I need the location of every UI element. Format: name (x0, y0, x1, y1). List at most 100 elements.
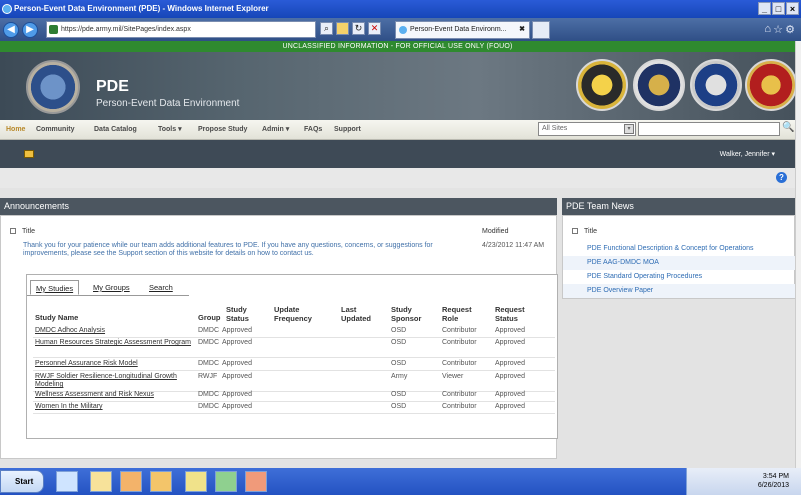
navy-emblem-icon (633, 59, 685, 111)
news-item[interactable]: PDE Standard Operating Procedures (563, 270, 801, 284)
outlook-taskbar-icon[interactable] (150, 471, 172, 492)
news-item[interactable]: PDE AAG-DMDC MOA (563, 256, 801, 270)
refresh-icon[interactable]: ↻ (352, 22, 365, 35)
column-study-name: Study Name (35, 313, 79, 322)
chevron-down-icon[interactable]: ▾ (624, 124, 634, 134)
cell-role: Contributor (442, 403, 477, 410)
media-taskbar-icon[interactable] (120, 471, 142, 492)
row-divider (33, 357, 555, 358)
news-item[interactable]: PDE Overview Paper (563, 284, 801, 298)
study-name-link[interactable]: Personnel Assurance Risk Model (35, 360, 195, 368)
messenger-taskbar-icon[interactable] (185, 471, 207, 492)
study-name-link[interactable]: Women In the Military (35, 403, 195, 411)
tab-title: Person-Event Data Environm... (410, 26, 507, 33)
news-item[interactable]: PDE Functional Description & Concept for… (563, 242, 801, 256)
nav-tools[interactable]: Tools ▾ (158, 120, 182, 140)
page-scrollbar[interactable] (795, 41, 801, 468)
maximize-button[interactable]: □ (772, 2, 785, 15)
study-name-link[interactable]: Human Resources Strategic Assessment Pro… (35, 339, 195, 347)
team-news-title-column: Title (572, 228, 597, 235)
site-banner: PDE Person-Event Data Environment (0, 52, 795, 120)
team-news-header: PDE Team News (562, 198, 795, 215)
url-input[interactable]: https://pde.army.mil/SitePages/index.asp… (46, 21, 316, 38)
clock-date: 6/26/2013 (757, 482, 789, 489)
stop-icon[interactable]: ✕ (368, 22, 381, 35)
column-group: Group (198, 313, 221, 322)
taskbar-clock[interactable]: 3:54 PM 6/26/2013 (758, 472, 789, 490)
home-icon[interactable]: ⌂ (764, 23, 771, 35)
cell-group: DMDC (198, 327, 219, 334)
window-title-bar: Person-Event Data Environment (PDE) - Wi… (0, 0, 801, 18)
url-text: https://pde.army.mil/SitePages/index.asp… (61, 26, 191, 33)
army-emblem-icon (576, 59, 628, 111)
tab-my-groups[interactable]: My Groups (88, 280, 135, 295)
row-divider (33, 337, 555, 338)
window-title: Person-Event Data Environment (PDE) - Wi… (14, 4, 269, 13)
top-navigation: Home Community Data Catalog Tools ▾ Prop… (0, 120, 795, 140)
search-icon[interactable]: 🔍 (782, 122, 794, 133)
excel-taskbar-icon[interactable] (215, 471, 237, 492)
cell-status: Approved (222, 339, 252, 346)
announcement-text[interactable]: Thank you for your patience while our te… (23, 242, 453, 258)
new-tab-button[interactable] (532, 21, 550, 39)
nav-data-catalog[interactable]: Data Catalog (94, 120, 137, 140)
site-search-input[interactable] (638, 122, 780, 136)
site-subtitle: Person-Event Data Environment (96, 98, 240, 109)
favorites-star-icon[interactable]: ☆ (773, 23, 783, 36)
cell-role: Contributor (442, 339, 477, 346)
study-name-link[interactable]: DMDC Adhoc Analysis (35, 327, 195, 335)
nav-faqs[interactable]: FAQs (304, 120, 322, 140)
cell-sponsor: OSD (391, 327, 407, 334)
search-scope-select[interactable]: All Sites ▾ (538, 122, 636, 136)
lock-icon[interactable] (336, 22, 349, 35)
search-dropdown-icon[interactable]: ⌕ (320, 22, 333, 35)
cell-status: Approved (222, 391, 252, 398)
column-update-frequency: Update Frequency (274, 305, 312, 323)
cell-status: Approved (222, 360, 252, 367)
cell-group: RWJF (198, 373, 218, 380)
cell-sponsor: OSD (391, 339, 407, 346)
forward-button[interactable]: ▶ (22, 21, 38, 38)
column-study-status: Study Status (226, 305, 249, 323)
window-controls: _ □ × (758, 2, 799, 15)
ie-taskbar-icon[interactable] (56, 471, 78, 492)
nav-admin[interactable]: Admin ▾ (262, 120, 289, 140)
help-icon[interactable]: ? (776, 172, 787, 183)
nav-community[interactable]: Community (36, 120, 75, 140)
select-all-checkbox[interactable] (10, 228, 16, 234)
row-divider (33, 401, 555, 402)
cell-sponsor: OSD (391, 403, 407, 410)
nav-propose-study[interactable]: Propose Study (198, 120, 247, 140)
tab-close-icon[interactable]: ✖ (519, 22, 525, 38)
powerpoint-taskbar-icon[interactable] (245, 471, 267, 492)
folder-icon[interactable] (24, 150, 34, 158)
cell-group: DMDC (198, 360, 219, 367)
system-tray: 3:54 PM 6/26/2013 (686, 468, 801, 495)
study-name-link[interactable]: Wellness Assessment and Risk Nexus (35, 391, 195, 399)
cell-req: Approved (495, 327, 525, 334)
announcements-header: Announcements (0, 198, 557, 215)
start-button[interactable]: Start (0, 470, 44, 493)
cell-status: Approved (222, 403, 252, 410)
tab-my-studies[interactable]: My Studies (30, 280, 80, 295)
user-menu[interactable]: Walker, Jennifer ▾ (720, 150, 775, 158)
news-select-all-checkbox[interactable] (572, 228, 578, 234)
close-window-button[interactable]: × (786, 2, 799, 15)
tab-divider (27, 295, 189, 296)
row-divider (33, 370, 555, 371)
cell-role: Contributor (442, 391, 477, 398)
page-toolbar-strip: ? (0, 168, 795, 188)
study-name-link[interactable]: RWJF Soldier Resilience-Longitudinal Gro… (35, 373, 195, 389)
folder-taskbar-icon[interactable] (90, 471, 112, 492)
back-button[interactable]: ◀ (3, 21, 19, 38)
tab-search[interactable]: Search (144, 280, 178, 295)
cell-req: Approved (495, 391, 525, 398)
browser-tab[interactable]: Person-Event Data Environm... ✖ (395, 21, 530, 39)
tools-gear-icon[interactable]: ⚙ (785, 23, 795, 36)
minimize-button[interactable]: _ (758, 2, 771, 15)
nav-support[interactable]: Support (334, 120, 361, 140)
nav-home[interactable]: Home (6, 120, 25, 140)
row-divider (33, 413, 555, 414)
ribbon-bar: Walker, Jennifer ▾ (0, 140, 795, 168)
main-content: Announcements Title Modified Thank you f… (0, 188, 801, 468)
